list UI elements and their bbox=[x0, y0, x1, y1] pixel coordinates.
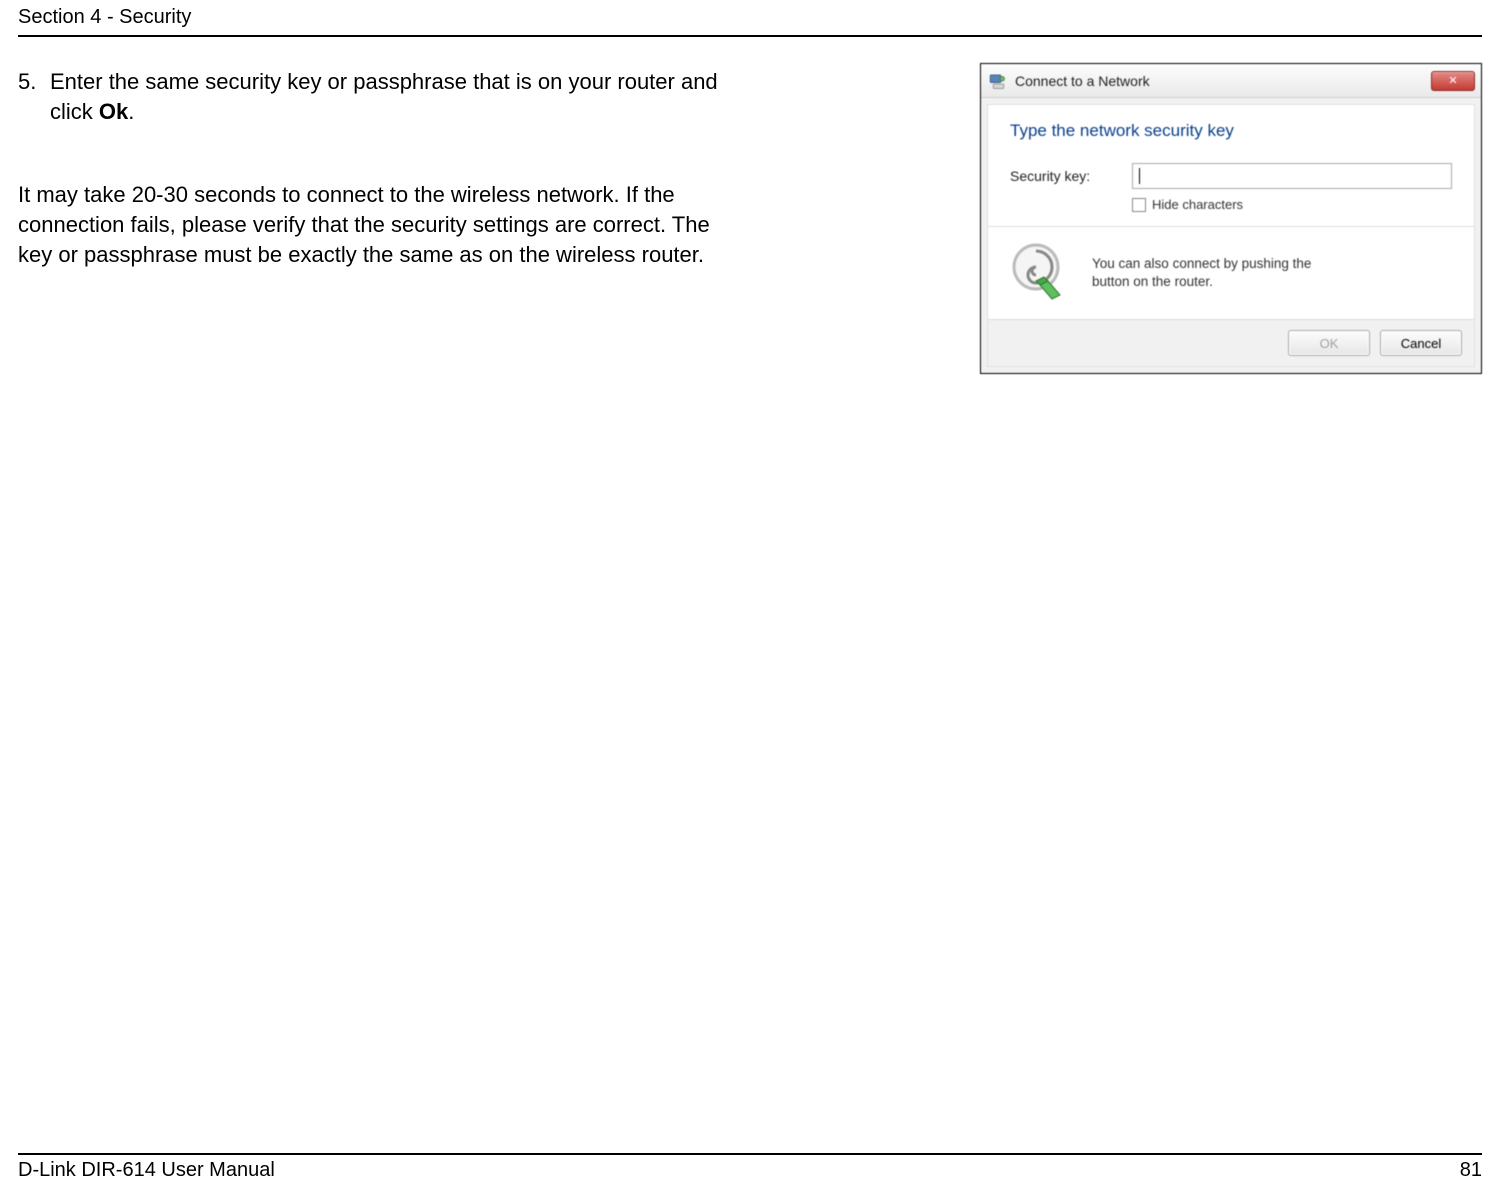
info-paragraph: It may take 20-30 seconds to connect to … bbox=[18, 180, 748, 269]
hide-characters-checkbox[interactable] bbox=[1132, 198, 1146, 212]
step-text-post: . bbox=[128, 99, 134, 124]
step-text-pre: Enter the same security key or passphras… bbox=[50, 69, 718, 124]
wps-hint: You can also connect by pushing the butt… bbox=[1092, 255, 1311, 290]
ok-button[interactable]: OK bbox=[1288, 330, 1370, 356]
wps-router-icon bbox=[1010, 241, 1074, 305]
step-5: 5. Enter the same security key or passph… bbox=[18, 67, 748, 126]
dialog-title: Connect to a Network bbox=[1015, 73, 1431, 89]
screenshot-dialog: Connect to a Network ✕ Type the network … bbox=[980, 63, 1482, 374]
security-key-input[interactable] bbox=[1132, 163, 1452, 189]
close-icon: ✕ bbox=[1448, 74, 1457, 87]
step-text-bold: Ok bbox=[99, 99, 128, 124]
network-icon bbox=[987, 71, 1007, 91]
wps-hint-line2: button on the router. bbox=[1092, 273, 1311, 291]
close-button[interactable]: ✕ bbox=[1431, 71, 1475, 91]
dialog-heading: Type the network security key bbox=[1010, 121, 1452, 141]
wps-hint-line1: You can also connect by pushing the bbox=[1092, 255, 1311, 273]
dialog-divider bbox=[988, 226, 1474, 227]
page-number: 81 bbox=[1460, 1159, 1482, 1182]
step-number: 5. bbox=[18, 67, 50, 126]
header-rule bbox=[18, 35, 1482, 37]
section-title: Section 4 - Security bbox=[18, 6, 191, 29]
text-cursor bbox=[1139, 168, 1140, 184]
cancel-button[interactable]: Cancel bbox=[1380, 330, 1462, 356]
security-key-label: Security key: bbox=[1010, 168, 1132, 184]
step-text: Enter the same security key or passphras… bbox=[50, 67, 748, 126]
dialog-titlebar: Connect to a Network ✕ bbox=[981, 64, 1481, 98]
manual-title: D-Link DIR-614 User Manual bbox=[18, 1159, 275, 1182]
footer-rule bbox=[18, 1153, 1482, 1155]
hide-characters-label: Hide characters bbox=[1152, 197, 1243, 212]
